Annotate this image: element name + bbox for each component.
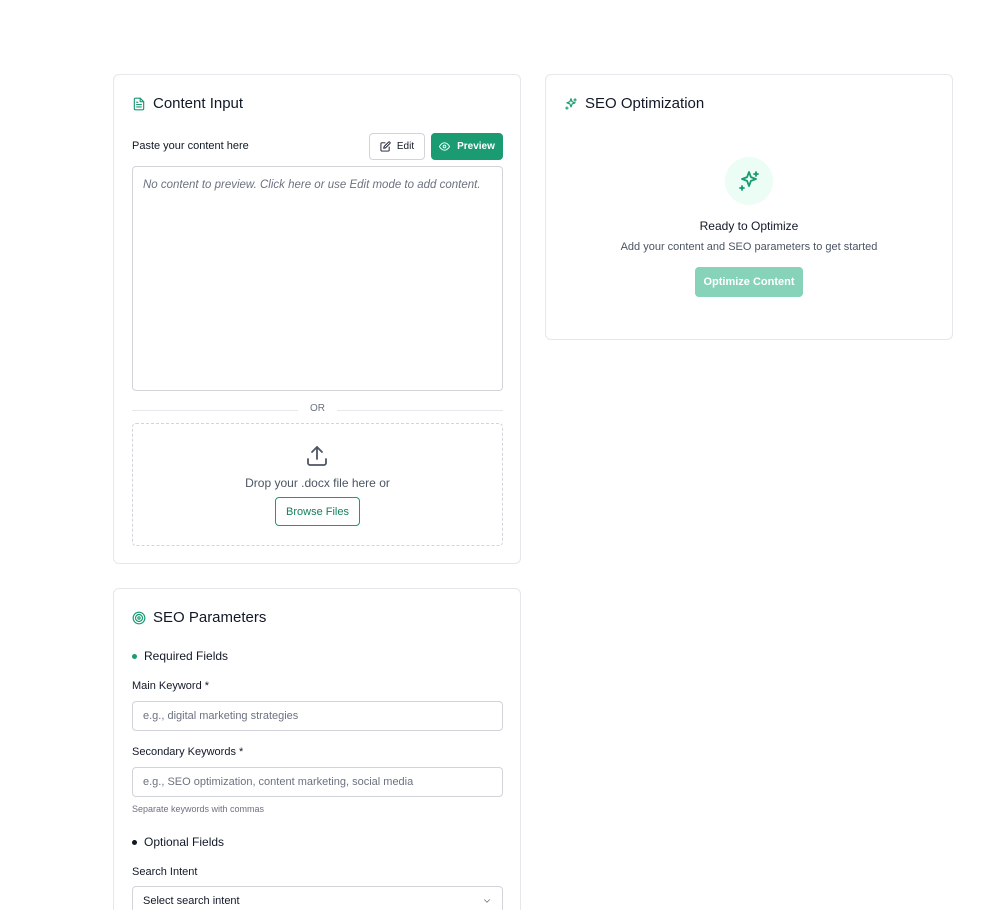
- secondary-keywords-input[interactable]: [132, 767, 503, 797]
- ready-subtitle: Add your content and SEO parameters to g…: [620, 241, 878, 253]
- divider-line-right: [337, 410, 503, 411]
- browse-files-button[interactable]: Browse Files: [275, 497, 360, 526]
- file-dropzone[interactable]: Drop your .docx file here or Browse File…: [132, 423, 503, 546]
- seo-parameters-title: SEO Parameters: [153, 609, 267, 626]
- preview-button-label: Preview: [457, 141, 495, 152]
- seo-optimization-title: SEO Optimization: [585, 95, 705, 112]
- required-fields-heading: Required Fields: [132, 649, 228, 663]
- required-fields-label: Required Fields: [144, 649, 229, 663]
- optional-dot: [132, 839, 137, 845]
- or-text: OR: [310, 403, 325, 414]
- content-input-card: Content Input Paste your content here Ed…: [113, 74, 521, 564]
- optional-fields-label: Optional Fields: [144, 835, 225, 849]
- seo-parameters-header: SEO Parameters: [132, 609, 266, 626]
- seo-optimization-header: SEO Optimization: [564, 95, 704, 112]
- sparkles-icon: [565, 97, 577, 110]
- secondary-keywords-label: Secondary Keywords *: [132, 746, 244, 758]
- content-input-header: Content Input: [132, 95, 243, 112]
- pencil-square-icon: [380, 141, 391, 152]
- content-input-title: Content Input: [153, 95, 244, 112]
- or-divider: OR: [132, 403, 503, 417]
- eye-icon: [439, 142, 451, 151]
- drop-file-text: Drop your .docx file here or: [245, 476, 390, 490]
- upload-icon: [307, 446, 327, 466]
- content-preview-area[interactable]: No content to preview. Click here or use…: [132, 166, 503, 391]
- paste-content-label: Paste your content here: [132, 140, 249, 152]
- chevron-down-icon: [484, 899, 490, 903]
- document-icon: [133, 97, 145, 110]
- main-keyword-input[interactable]: [132, 701, 503, 731]
- ready-title: Ready to Optimize: [699, 219, 799, 233]
- preview-button[interactable]: Preview: [431, 133, 503, 160]
- edit-button[interactable]: Edit: [369, 133, 425, 160]
- required-dot: [132, 653, 137, 659]
- seo-parameters-card: SEO Parameters Required Fields Main Keyw…: [113, 588, 521, 910]
- ready-icon-circle: [725, 157, 773, 205]
- edit-button-label: Edit: [396, 141, 415, 152]
- sparkles-icon: [739, 171, 759, 191]
- search-intent-select[interactable]: Select search intent: [132, 886, 503, 910]
- main-keyword-label: Main Keyword *: [132, 680, 210, 692]
- secondary-keywords-help: Separate keywords with commas: [132, 804, 265, 814]
- search-intent-label: Search Intent: [132, 866, 198, 878]
- search-intent-value: Select search intent: [143, 895, 240, 907]
- optional-fields-heading: Optional Fields: [132, 835, 224, 849]
- target-icon: [132, 611, 146, 624]
- seo-optimization-card: SEO Optimization Ready to Optimize Add y…: [545, 74, 953, 340]
- optimize-content-button[interactable]: Optimize Content: [695, 267, 803, 297]
